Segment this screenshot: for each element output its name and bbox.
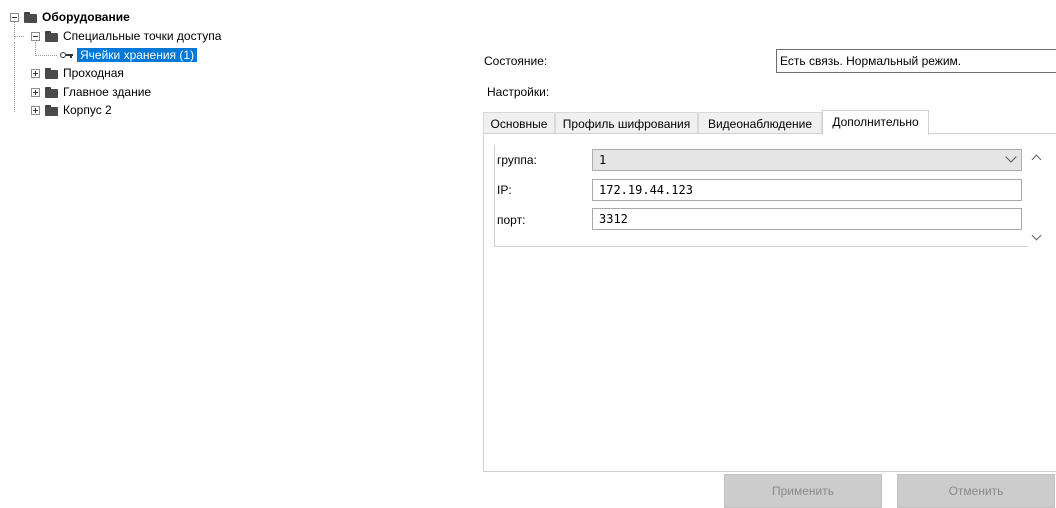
tree-node-label: Корпус 2: [63, 103, 112, 117]
expand-icon[interactable]: [31, 87, 40, 97]
tree-node-building2[interactable]: Корпус 2: [31, 101, 112, 119]
equipment-tree[interactable]: Оборудование Специальные точки доступа Я…: [0, 0, 300, 507]
group-label: группа:: [497, 153, 537, 167]
chevron-down-icon[interactable]: [1005, 151, 1017, 163]
port-field[interactable]: 3312: [592, 208, 1022, 230]
tree-node-label-selected: Ячейки хранения (1): [77, 48, 198, 62]
ip-label: IP:: [497, 183, 512, 197]
tree-node-label: Оборудование: [42, 10, 130, 24]
status-field: Есть связь. Нормальный режим.: [776, 49, 1056, 73]
ip-field[interactable]: 172.19.44.123: [592, 179, 1022, 201]
folder-icon: [45, 30, 58, 42]
scroll-down-icon[interactable]: [1030, 230, 1044, 244]
tree-node-equipment[interactable]: Оборудование: [10, 8, 130, 26]
expand-icon[interactable]: [31, 68, 40, 78]
folder-icon: [45, 104, 58, 116]
expand-icon[interactable]: [31, 105, 40, 115]
tab-additional[interactable]: Дополнительно: [822, 110, 929, 135]
apply-button[interactable]: Применить: [724, 474, 882, 508]
tab-video-surveillance[interactable]: Видеонаблюдение: [698, 112, 822, 134]
tree-node-storage-cells[interactable]: Ячейки хранения (1): [58, 46, 198, 64]
tree-connector: [14, 42, 15, 112]
group-value: 1: [599, 153, 607, 167]
collapse-icon[interactable]: [31, 31, 40, 41]
cancel-button[interactable]: Отменить: [897, 474, 1055, 508]
tree-node-label: Специальные точки доступа: [63, 29, 222, 43]
tree-connector: [35, 55, 57, 56]
key-icon: [60, 51, 74, 59]
tree-node-special-points[interactable]: Специальные точки доступа: [31, 27, 221, 45]
settings-label: Настройки:: [487, 85, 550, 99]
group-select[interactable]: 1: [592, 149, 1022, 171]
tab-main[interactable]: Основные: [483, 112, 555, 134]
folder-icon: [45, 67, 58, 79]
tree-node-label: Проходная: [63, 66, 124, 80]
collapse-icon[interactable]: [10, 12, 19, 22]
scroll-up-icon[interactable]: [1030, 151, 1044, 165]
tree-node-passage[interactable]: Проходная: [31, 64, 124, 82]
folder-icon: [24, 11, 37, 23]
tree-node-label: Главное здание: [63, 85, 152, 99]
tree-node-main-building[interactable]: Главное здание: [31, 83, 151, 101]
port-label: порт:: [497, 213, 526, 227]
folder-icon: [45, 86, 58, 98]
tab-encryption-profile[interactable]: Профиль шифрования: [555, 112, 698, 134]
status-label: Состояние:: [484, 54, 548, 68]
tree-connector: [14, 36, 24, 37]
